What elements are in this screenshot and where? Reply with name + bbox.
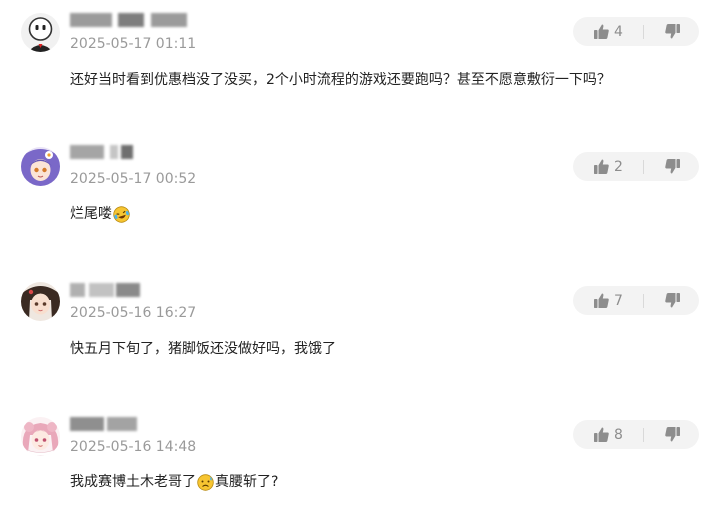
like-button[interactable]: 2 bbox=[573, 152, 623, 181]
blurred-username bbox=[70, 13, 112, 27]
like-count: 4 bbox=[614, 23, 623, 40]
like-count: 7 bbox=[614, 292, 623, 309]
thumbs-up-icon bbox=[594, 24, 609, 39]
comment-text-content: 烂尾喽 bbox=[70, 206, 112, 222]
like-button[interactable]: 7 bbox=[573, 286, 623, 315]
blurred-username-part bbox=[121, 145, 133, 159]
like-button[interactable]: 4 bbox=[573, 17, 623, 46]
comment-item: 2025-05-16 16:27 快五月下旬了，猪脚饭还没做好吗，我饿了 7 bbox=[0, 265, 712, 400]
avatar[interactable] bbox=[21, 417, 60, 456]
comment-text-content: 我成赛博土木老哥了 bbox=[70, 474, 196, 490]
like-button[interactable]: 8 bbox=[573, 420, 623, 449]
blurred-username bbox=[70, 145, 104, 159]
blurred-username-part bbox=[89, 283, 114, 297]
username[interactable] bbox=[70, 145, 133, 159]
blurred-username-part bbox=[110, 145, 118, 159]
blurred-username-part bbox=[151, 13, 187, 27]
blurred-username bbox=[70, 417, 104, 431]
comment-item: 2025-05-17 01:11 还好当时看到优惠档没了没买，2个小时流程的游戏… bbox=[0, 0, 712, 130]
anime-girl-purple-hair-avatar-icon bbox=[21, 147, 60, 186]
dislike-button[interactable] bbox=[644, 17, 681, 46]
cartoon-face-avatar-icon bbox=[21, 13, 60, 52]
comment-date: 2025-05-17 00:52 bbox=[70, 171, 197, 187]
comment-text: 还好当时看到优惠档没了没买，2个小时流程的游戏还要跑吗？甚至不愿意敷衍一下吗？ bbox=[70, 72, 611, 88]
comment-text-content: 真腰斩了? bbox=[215, 474, 279, 490]
username[interactable] bbox=[70, 283, 140, 297]
like-count: 2 bbox=[614, 158, 623, 175]
like-count: 8 bbox=[614, 426, 623, 443]
dislike-button[interactable] bbox=[644, 286, 681, 315]
vote-pill: 2 bbox=[573, 152, 699, 181]
comment-item: 2025-05-17 00:52 烂尾喽 2 bbox=[0, 130, 712, 265]
anime-girl-dark-hair-avatar-icon bbox=[21, 282, 60, 321]
avatar[interactable] bbox=[21, 13, 60, 52]
laughing-tears-emoji bbox=[113, 205, 130, 223]
dislike-button[interactable] bbox=[644, 152, 681, 181]
thumbs-up-icon bbox=[594, 159, 609, 174]
thumbs-up-icon bbox=[594, 427, 609, 442]
comment-text: 快五月下旬了，猪脚饭还没做好吗，我饿了 bbox=[70, 341, 336, 357]
comment-item: 2025-05-16 14:48 我成赛博土木老哥了 真腰斩了? 8 bbox=[0, 400, 712, 515]
dislike-button[interactable] bbox=[644, 420, 681, 449]
thumbs-down-icon bbox=[665, 427, 680, 442]
anime-girl-pink-hair-avatar-icon bbox=[21, 417, 60, 456]
comment-text: 烂尾喽 bbox=[70, 204, 131, 224]
blurred-username-part bbox=[107, 417, 137, 431]
comment-list: 2025-05-17 01:11 还好当时看到优惠档没了没买，2个小时流程的游戏… bbox=[0, 0, 712, 515]
comment-date: 2025-05-16 14:48 bbox=[70, 439, 197, 455]
thumbs-up-icon bbox=[594, 293, 609, 308]
thumbs-down-icon bbox=[665, 24, 680, 39]
vote-pill: 7 bbox=[573, 286, 699, 315]
vote-pill: 4 bbox=[573, 17, 699, 46]
blurred-username-part bbox=[118, 13, 144, 27]
username[interactable] bbox=[70, 13, 187, 27]
avatar[interactable] bbox=[21, 147, 60, 186]
comment-date: 2025-05-17 01:11 bbox=[70, 36, 197, 52]
thumbs-down-icon bbox=[665, 293, 680, 308]
blurred-username-part bbox=[116, 283, 140, 297]
blurred-username bbox=[70, 283, 85, 297]
avatar[interactable] bbox=[21, 282, 60, 321]
thumbs-down-icon bbox=[665, 159, 680, 174]
username[interactable] bbox=[70, 417, 137, 431]
sad-sweat-emoji bbox=[197, 473, 214, 491]
vote-pill: 8 bbox=[573, 420, 699, 449]
comment-text: 我成赛博土木老哥了 真腰斩了? bbox=[70, 472, 278, 492]
comment-date: 2025-05-16 16:27 bbox=[70, 305, 197, 321]
